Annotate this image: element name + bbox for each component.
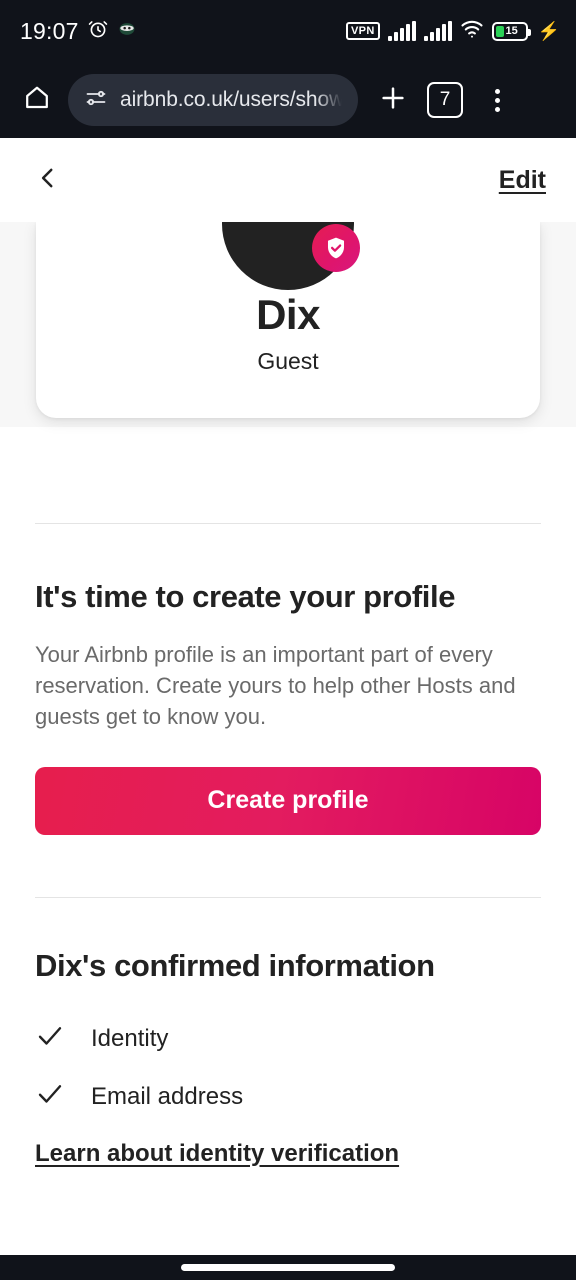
ninja-face-icon — [117, 19, 137, 44]
chevron-left-icon — [35, 165, 61, 196]
vpn-badge: VPN — [346, 22, 380, 40]
profile-card-zone: Dix Guest — [0, 222, 576, 427]
three-dot-menu-icon — [494, 88, 500, 112]
system-navigation-bar — [0, 1255, 576, 1280]
profile-name: Dix — [256, 291, 320, 338]
tab-switcher-button[interactable]: 7 — [422, 77, 468, 123]
confirmed-item-label: Identity — [91, 1024, 169, 1052]
tab-count-label: 7 — [427, 82, 463, 118]
page-header: Edit — [0, 138, 576, 222]
confirmed-information-section: Dix's confirmed information Identity Ema… — [0, 948, 576, 1168]
tune-sliders-icon[interactable] — [84, 86, 108, 115]
create-profile-body: Your Airbnb profile is an important part… — [35, 642, 516, 730]
status-bar: 19:07 VPN 15 ⚡ — [0, 0, 576, 62]
wifi-icon — [460, 19, 484, 44]
confirmed-items-list: Identity Email address — [35, 1010, 541, 1126]
create-profile-heading: It's time to create your profile — [35, 579, 456, 614]
learn-about-identity-verification-link[interactable]: Learn about identity verification — [35, 1140, 399, 1168]
browser-menu-button[interactable] — [474, 77, 520, 123]
create-profile-section: It's time to create your profile Your Ai… — [0, 579, 576, 835]
list-item: Email address — [35, 1068, 541, 1126]
profile-role: Guest — [257, 348, 319, 374]
plus-icon — [378, 83, 408, 118]
create-profile-button[interactable]: Create profile — [35, 766, 541, 835]
browser-toolbar: airbnb.co.uk/users/show/5 7 — [0, 62, 576, 138]
phone-screen: 19:07 VPN 15 ⚡ airbnb.co.uk/users/show/5… — [0, 0, 576, 1280]
back-button[interactable] — [28, 160, 68, 200]
home-gesture-pill[interactable] — [181, 1264, 395, 1271]
cellular-signal-icon-1 — [387, 21, 416, 41]
check-icon — [35, 1021, 65, 1056]
home-button[interactable] — [14, 77, 60, 123]
cellular-signal-icon-2 — [423, 21, 452, 41]
new-tab-button[interactable] — [370, 77, 416, 123]
alarm-clock-icon — [87, 18, 109, 45]
url-bar[interactable]: airbnb.co.uk/users/show/5 — [68, 74, 358, 126]
verified-shield-icon — [312, 224, 360, 272]
check-icon — [35, 1079, 65, 1114]
battery-level-label: 15 — [505, 25, 518, 37]
status-bar-right: VPN 15 ⚡ — [346, 19, 560, 44]
edit-profile-link[interactable]: Edit — [499, 166, 546, 195]
profile-card: Dix Guest — [36, 222, 540, 418]
status-bar-left: 19:07 — [20, 18, 137, 45]
page-content: Dix Guest It's time to create your profi… — [0, 222, 576, 1255]
list-item: Identity — [35, 1010, 541, 1068]
home-icon — [23, 84, 51, 117]
url-text: airbnb.co.uk/users/show/5 — [120, 88, 342, 111]
confirmed-information-heading: Dix's confirmed information — [35, 947, 435, 983]
confirmed-item-label: Email address — [91, 1082, 244, 1110]
status-time: 19:07 — [20, 17, 79, 44]
battery-indicator: 15 — [491, 21, 531, 41]
avatar-wrapper — [222, 222, 360, 290]
lightning-bolt-icon: ⚡ — [537, 21, 560, 41]
